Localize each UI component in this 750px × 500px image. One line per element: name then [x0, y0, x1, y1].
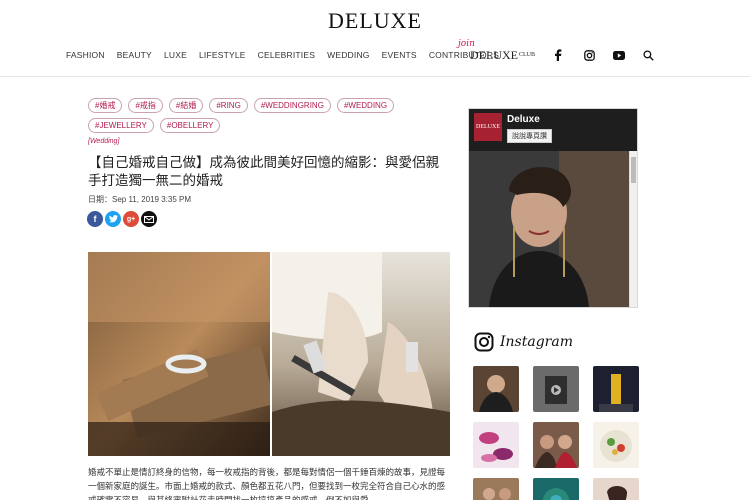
article-date: 日期：Sep 11, 2019 3:35 PM: [88, 195, 192, 204]
article-body: 婚戒不單止是情訂終身的信物，每一枚戒指的背後，都是每對情侶一個千錘百煉的故事，見…: [88, 468, 446, 500]
instagram-post[interactable]: [473, 366, 519, 412]
instagram-post[interactable]: [593, 422, 639, 468]
instagram-post[interactable]: [593, 366, 639, 412]
club-brand-text: DELUXE: [470, 48, 518, 62]
instagram-grid: [473, 366, 639, 500]
header-divider: [0, 76, 750, 77]
scrollbar-thumb[interactable]: [631, 157, 636, 183]
article-title: 【自己婚戒自己做】成為彼此間美好回憶的縮影：與愛侶親手打造獨一無二的婚戒: [88, 155, 439, 189]
article-category[interactable]: [Wedding]: [88, 138, 119, 145]
nav-fashion[interactable]: FASHION: [66, 50, 105, 60]
instagram-icon[interactable]: [583, 49, 595, 61]
email-share-icon[interactable]: [141, 211, 157, 227]
tag-item[interactable]: #WEDDING: [336, 98, 395, 113]
youtube-icon[interactable]: [613, 49, 625, 61]
share-bar: f g+: [87, 211, 157, 227]
search-icon[interactable]: [642, 49, 654, 61]
tag-list: #婚戒 #戒指 #結婚 #RING #WEDDINGRING #WEDDING …: [88, 98, 433, 133]
nav-events[interactable]: EVENTS: [382, 50, 417, 60]
deluxe-club-link[interactable]: join DELUXE CLUB: [456, 39, 538, 65]
instagram-post[interactable]: [473, 478, 519, 500]
tag-item[interactable]: #RING: [209, 98, 248, 113]
nav-wedding[interactable]: WEDDING: [327, 50, 369, 60]
tag-item[interactable]: #結婚: [168, 98, 204, 113]
tag-item[interactable]: #WEDDINGRING: [253, 98, 331, 113]
instagram-post[interactable]: [593, 478, 639, 500]
instagram-post[interactable]: [473, 422, 519, 468]
instagram-post[interactable]: [533, 422, 579, 468]
facebook-post-image[interactable]: [469, 151, 629, 307]
nav-lifestyle[interactable]: LIFESTYLE: [199, 50, 246, 60]
instagram-post[interactable]: [533, 478, 579, 500]
facebook-page-name[interactable]: Deluxe: [507, 114, 540, 125]
instagram-logo-icon: [474, 332, 494, 352]
article-hero-image: [88, 252, 450, 456]
tag-item[interactable]: #戒指: [128, 98, 163, 113]
tag-item[interactable]: #OBELLERY: [159, 118, 221, 133]
instagram-post[interactable]: [533, 366, 579, 412]
main-nav: FASHION BEAUTY LUXE LIFESTYLE CELEBRITIE…: [66, 50, 511, 60]
facebook-page-logo[interactable]: DELUXE: [474, 113, 502, 141]
tag-item[interactable]: #JEWELLERY: [88, 118, 154, 133]
facebook-like-button[interactable]: 說說專頁讚: [507, 129, 552, 143]
site-logo[interactable]: DELUXE: [0, 8, 750, 34]
nav-beauty[interactable]: BEAUTY: [117, 50, 152, 60]
google-plus-share-icon[interactable]: g+: [123, 211, 139, 227]
facebook-icon[interactable]: [552, 49, 564, 61]
facebook-page-widget[interactable]: DELUXE Deluxe 說說專頁讚: [468, 108, 638, 308]
instagram-section-header: Instagram: [474, 332, 573, 352]
facebook-widget-header: DELUXE Deluxe 說說專頁讚: [469, 109, 637, 151]
twitter-share-icon[interactable]: [105, 211, 121, 227]
facebook-share-icon[interactable]: f: [87, 211, 103, 227]
club-suffix-text: CLUB: [519, 52, 536, 58]
tag-item[interactable]: #婚戒: [88, 98, 123, 113]
nav-luxe[interactable]: LUXE: [164, 50, 187, 60]
facebook-widget-scrollbar[interactable]: [629, 151, 637, 307]
instagram-title: Instagram: [500, 334, 573, 350]
nav-celebrities[interactable]: CELEBRITIES: [258, 50, 315, 60]
